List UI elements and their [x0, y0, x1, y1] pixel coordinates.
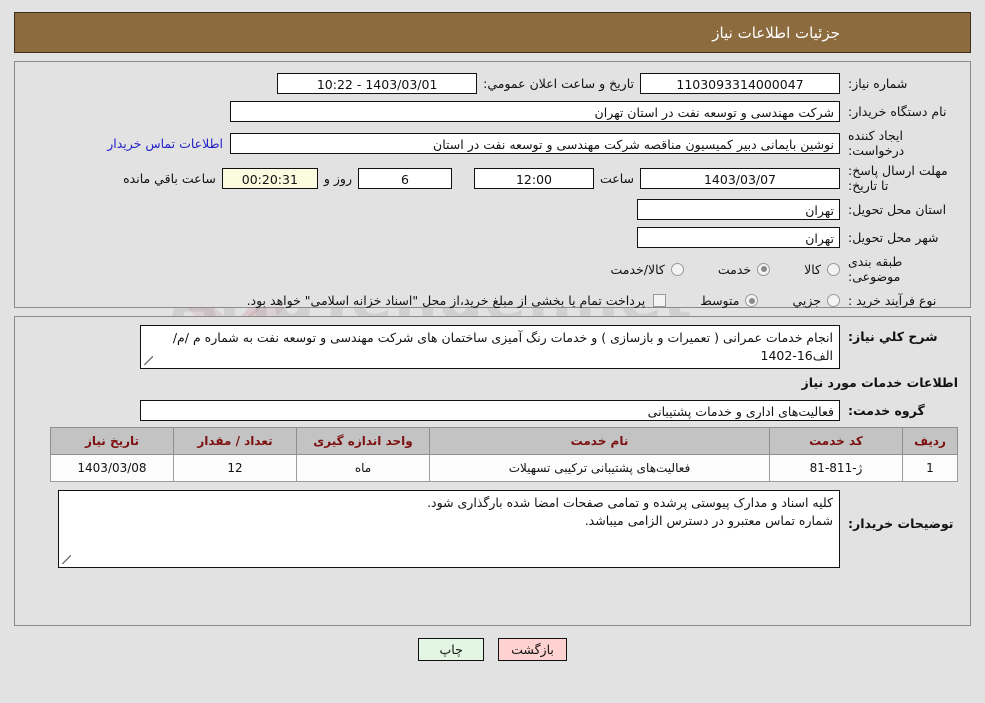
- buyer-org-value: شرکت مهندسی و توسعه نفت در استان تهران: [230, 101, 840, 122]
- process-option-minor-label: جزیي: [792, 293, 821, 308]
- buyer-contact-link[interactable]: اطلاعات تماس خریدار: [100, 136, 230, 151]
- row-city: شهر محل تحویل: تهران: [27, 226, 958, 249]
- page-root: جزئیات اطلاعات نیاز شماره نیاز: 11030933…: [0, 12, 985, 661]
- services-section-heading: اطلاعات خدمات مورد نیاز: [801, 375, 959, 390]
- table-header-row: ردیف کد خدمت نام خدمت واحد اندازه گیری ت…: [50, 427, 958, 455]
- need-number-value: 1103093314000047: [640, 73, 840, 94]
- remaining-clock-label: ساعت باقي مانده: [123, 170, 216, 186]
- page-title: جزئیات اطلاعات نیاز: [712, 23, 840, 42]
- city-label: شهر محل تحویل:: [848, 230, 939, 245]
- row-category: طبقه بندی موضوعی: کالا خدمت کالا/خدمت: [27, 254, 958, 284]
- row-buyer-notes: توضیحات خریدار: کلیه اسناد و مدارک پیوست…: [27, 490, 958, 568]
- buyer-org-label: نام دستگاه خریدار:: [848, 104, 947, 119]
- row-requester: ایجاد کننده درخواست: نوشین بایمانی دبیر …: [27, 128, 958, 158]
- need-summary-panel: شماره نیاز: 1103093314000047 تاریخ و ساع…: [14, 61, 971, 308]
- radio-icon[interactable]: [827, 262, 840, 276]
- col-service-name: نام خدمت: [429, 427, 770, 455]
- col-service-code: کد خدمت: [769, 427, 903, 455]
- category-label: طبقه بندی موضوعی:: [848, 254, 903, 284]
- row-service-group: گروه خدمت: فعالیت‌های اداری و خدمات پشتی…: [27, 399, 958, 422]
- need-number-label: شماره نیاز:: [848, 76, 908, 91]
- row-need-number: شماره نیاز: 1103093314000047 تاریخ و ساع…: [27, 72, 958, 95]
- category-option-goods-label: کالا: [804, 261, 821, 277]
- category-option-goods[interactable]: کالا: [804, 262, 840, 277]
- page-title-bar: جزئیات اطلاعات نیاز: [14, 12, 971, 53]
- remaining-days-value: 6: [357, 167, 452, 189]
- col-need-date: تاریخ نیاز: [50, 427, 174, 455]
- need-description-value[interactable]: انجام خدمات عمرانی ( تعمیرات و بازسازی )…: [140, 325, 840, 369]
- requester-value: نوشین بایمانی دبیر کمیسیون مناقصه شرکت م…: [230, 132, 840, 154]
- cell-quantity: 12: [173, 454, 297, 482]
- deadline-time-label: ساعت: [599, 170, 634, 186]
- col-row-number: ردیف: [902, 427, 958, 455]
- print-button[interactable]: چاپ: [418, 638, 485, 661]
- process-label: نوع فرآیند خرید :: [848, 293, 937, 308]
- province-value: تهران: [637, 199, 840, 220]
- row-buyer-org: نام دستگاه خریدار: شرکت مهندسی و توسعه ن…: [27, 100, 958, 123]
- buyer-notes-line-2: شماره تماس معتبرو در دسترس الزامی میباشد…: [584, 513, 833, 528]
- process-option-medium-label: متوسط: [700, 293, 740, 308]
- services-table: ردیف کد خدمت نام خدمت واحد اندازه گیری ت…: [50, 427, 958, 482]
- radio-icon[interactable]: [827, 294, 840, 307]
- cell-need-date: 1403/03/08: [50, 454, 174, 482]
- category-option-goods-service[interactable]: کالا/خدمت: [610, 261, 684, 277]
- row-process: نوع فرآیند خرید : جزیي متوسط پرداخت تمام…: [27, 289, 958, 312]
- city-value: تهران: [637, 227, 840, 248]
- province-label: استان محل تحویل:: [848, 202, 947, 217]
- radio-icon[interactable]: [745, 294, 759, 307]
- footer-button-row: بازگشت چاپ: [0, 638, 985, 661]
- row-province: استان محل تحویل: تهران: [27, 198, 958, 221]
- public-announce-value: 1403/03/01 - 10:22: [277, 73, 478, 94]
- category-option-service-label: خدمت: [717, 261, 752, 277]
- category-option-service[interactable]: خدمت: [717, 261, 771, 277]
- back-button[interactable]: بازگشت: [498, 638, 567, 661]
- cell-row-number: 1: [902, 454, 958, 482]
- radio-icon[interactable]: [757, 262, 771, 276]
- category-radio-group: کالا خدمت کالا/خدمت: [576, 262, 840, 277]
- col-unit: واحد اندازه گیری: [296, 427, 430, 455]
- buyer-notes-label: توضیحات خریدار:: [848, 516, 954, 531]
- cell-unit: ماه: [296, 454, 430, 482]
- col-quantity: تعداد / مقدار: [173, 427, 297, 455]
- buyer-notes-line-1: کلیه اسناد و مدارک پیوستی پرشده و تمامی …: [427, 495, 833, 510]
- process-option-medium[interactable]: متوسط: [700, 293, 759, 308]
- category-option-goods-service-label: کالا/خدمت: [610, 261, 665, 277]
- remaining-clock-value: 00:20:31: [221, 167, 318, 189]
- need-description-label: شرح کلي نیاز:: [848, 329, 938, 344]
- service-group-label: گروه خدمت:: [848, 403, 925, 418]
- deadline-label: مهلت ارسال پاسخ: تا تاریخ:: [848, 163, 948, 193]
- public-announce-label: تاریخ و ساعت اعلان عمومي:: [483, 76, 634, 91]
- remaining-days-label: روز و: [323, 170, 352, 186]
- row-need-description: شرح کلي نیاز: انجام خدمات عمرانی ( تعمیر…: [27, 325, 958, 369]
- deadline-date-value: 1403/03/07: [640, 167, 840, 189]
- row-deadline: مهلت ارسال پاسخ: تا تاریخ: 1403/03/07 سا…: [27, 163, 958, 193]
- radio-icon[interactable]: [670, 262, 684, 276]
- cell-service-code: ژ-811-81: [769, 454, 903, 482]
- service-group-value: فعالیت‌های اداری و خدمات پشتیبانی: [140, 400, 840, 421]
- treasury-checkbox[interactable]: [653, 294, 667, 307]
- need-details-panel: شرح کلي نیاز: انجام خدمات عمرانی ( تعمیر…: [14, 316, 971, 626]
- table-row: 1 ژ-811-81 فعالیت‌های پشتیبانی ترکیبی تس…: [50, 454, 958, 482]
- requester-label: ایجاد کننده درخواست:: [848, 128, 905, 158]
- deadline-time-value: 12:00: [473, 167, 594, 189]
- buyer-notes-value[interactable]: کلیه اسناد و مدارک پیوستی پرشده و تمامی …: [58, 490, 840, 568]
- process-option-minor[interactable]: جزیي: [792, 293, 840, 308]
- treasury-note: پرداخت تمام یا بخشی از مبلغ خرید،از محل …: [246, 293, 646, 308]
- process-radio-group: جزیي متوسط: [666, 293, 840, 308]
- cell-service-name: فعالیت‌های پشتیبانی ترکیبی تسهیلات: [429, 454, 770, 482]
